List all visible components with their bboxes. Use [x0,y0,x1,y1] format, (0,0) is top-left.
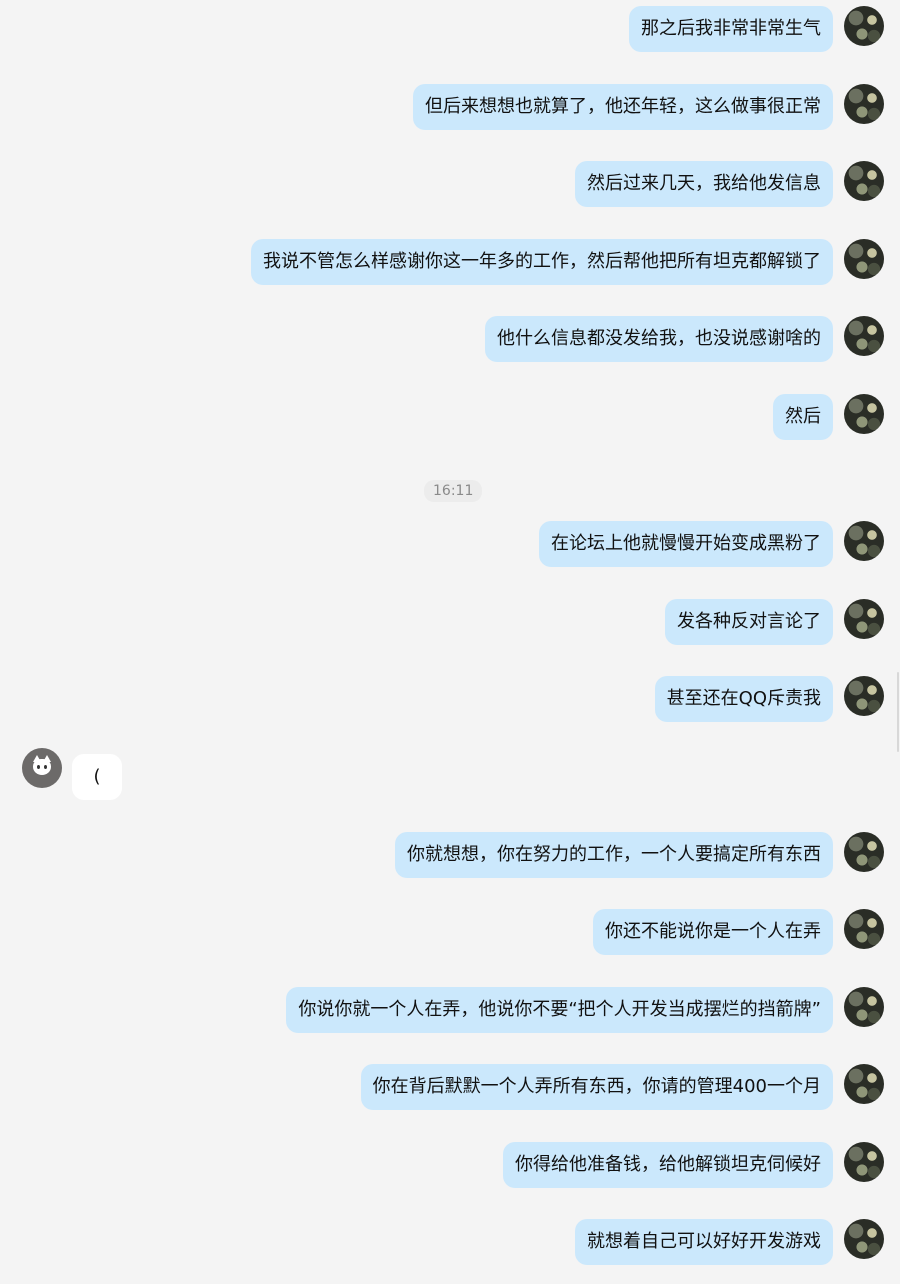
time-divider: 16:11 [424,480,483,502]
camouflage-avatar-icon[interactable] [844,6,884,46]
camouflage-avatar-icon[interactable] [844,599,884,639]
message-bubble[interactable]: 但后来想想也就算了，他还年轻，这么做事很正常 [413,84,833,130]
message-bubble[interactable]: 在论坛上他就慢慢开始变成黑粉了 [539,521,833,567]
camouflage-avatar-icon[interactable] [844,832,884,872]
camouflage-avatar-icon[interactable] [844,394,884,434]
message-bubble[interactable]: 你说你就一个人在弄，他说你不要“把个人开发当成摆烂的挡箭牌” [286,987,833,1033]
message-bubble[interactable]: 然后过来几天，我给他发信息 [575,161,833,207]
message-bubble[interactable]: 他什么信息都没发给我，也没说感谢啥的 [485,316,833,362]
white-cat-avatar-icon[interactable] [22,748,62,788]
message-bubble[interactable]: 就想着自己可以好好开发游戏 [575,1219,833,1265]
message-bubble[interactable]: 你还不能说你是一个人在弄 [593,909,833,955]
camouflage-avatar-icon[interactable] [844,909,884,949]
camouflage-avatar-icon[interactable] [844,1219,884,1259]
message-bubble[interactable]: ( [72,754,122,800]
message-bubble[interactable]: 你就想想，你在努力的工作，一个人要搞定所有东西 [395,832,833,878]
message-bubble[interactable]: 然后 [773,394,833,440]
camouflage-avatar-icon[interactable] [844,84,884,124]
camouflage-avatar-icon[interactable] [844,676,884,716]
message-bubble[interactable]: 甚至还在QQ斥责我 [654,676,833,722]
camouflage-avatar-icon[interactable] [844,521,884,561]
camouflage-avatar-icon[interactable] [844,239,884,279]
scrollbar[interactable] [897,672,899,752]
camouflage-avatar-icon[interactable] [844,1064,884,1104]
message-bubble[interactable]: 那之后我非常非常生气 [629,6,833,52]
camouflage-avatar-icon[interactable] [844,1142,884,1182]
message-bubble[interactable]: 你在背后默默一个人弄所有东西，你请的管理400一个月 [360,1064,833,1110]
camouflage-avatar-icon[interactable] [844,987,884,1027]
message-bubble[interactable]: 你得给他准备钱，给他解锁坦克伺候好 [503,1142,833,1188]
message-bubble[interactable]: 我说不管怎么样感谢你这一年多的工作，然后帮他把所有坦克都解锁了 [251,239,833,285]
chat-window: 那之后我非常非常生气 但后来想想也就算了，他还年轻，这么做事很正常 然后过来几天… [0,0,900,1284]
camouflage-avatar-icon[interactable] [844,161,884,201]
message-bubble[interactable]: 发各种反对言论了 [665,599,833,645]
camouflage-avatar-icon[interactable] [844,316,884,356]
